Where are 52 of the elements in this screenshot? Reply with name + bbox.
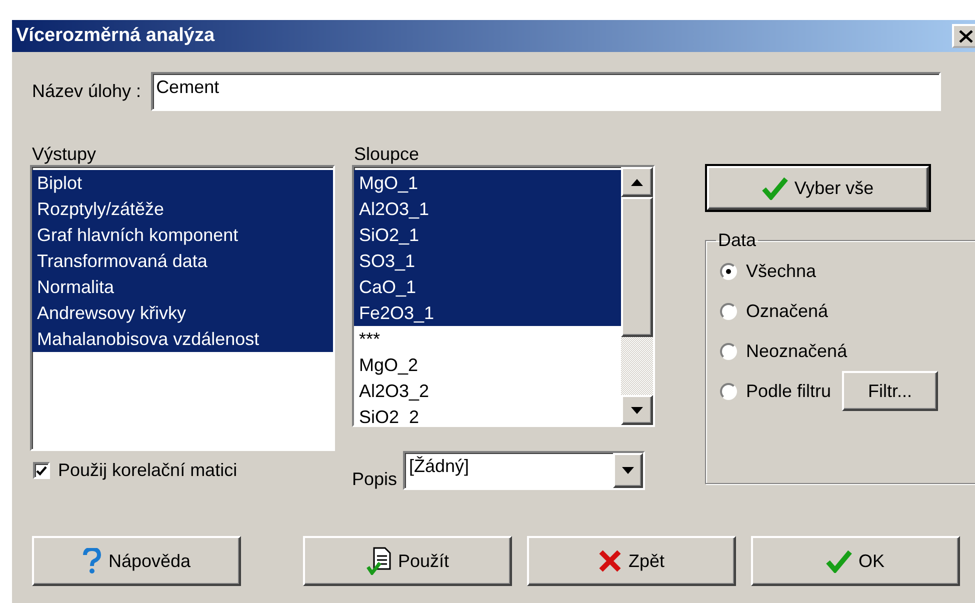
list-item[interactable]: CaO_1: [354, 274, 621, 300]
list-item[interactable]: Graf hlavních komponent: [32, 222, 333, 248]
group-title: Data: [717, 230, 758, 251]
cross-icon: [598, 549, 622, 573]
radio-label: Neoznačená: [746, 340, 848, 362]
list-item[interactable]: Rozptyly/zátěže: [32, 196, 333, 222]
list-item[interactable]: Al2O3_1: [354, 196, 621, 222]
task-name-label: Název úlohy :: [32, 81, 142, 102]
radio-button[interactable]: [720, 302, 737, 320]
caption-label: Popis: [352, 469, 398, 490]
list-item[interactable]: Normalita: [32, 274, 333, 300]
list-item[interactable]: SO3_1: [354, 248, 621, 274]
close-icon: [959, 30, 973, 42]
scroll-thumb[interactable]: [621, 197, 653, 337]
radio-button[interactable]: [720, 342, 737, 360]
ok-button[interactable]: OK: [751, 536, 960, 586]
help-button[interactable]: Nápověda: [32, 536, 241, 586]
up-arrow-icon: [631, 178, 643, 186]
caption-dropdown[interactable]: [Žádný]: [403, 451, 646, 490]
scroll-up-button[interactable]: [621, 167, 653, 197]
question-mark-icon: [82, 548, 102, 574]
window-title: Vícerozměrná analýza: [16, 25, 215, 47]
down-arrow-icon: [631, 406, 643, 414]
outputs-label: Výstupy: [31, 143, 98, 165]
list-item[interactable]: Andrewsovy křivky: [32, 300, 333, 326]
checkbox-label: Použij korelační matici: [58, 460, 238, 481]
apply-button[interactable]: Použít: [303, 536, 512, 586]
radio-button[interactable]: [720, 382, 737, 400]
check-icon: [36, 466, 47, 476]
list-item[interactable]: MgO_1: [354, 170, 621, 196]
list-item[interactable]: Fe2O3_1: [354, 300, 621, 326]
radio-label: Podle filtru: [746, 380, 832, 402]
radio-button[interactable]: [720, 262, 737, 280]
checkmark-icon: [826, 549, 852, 573]
dropdown-arrow-icon: [622, 467, 634, 474]
back-button[interactable]: Zpět: [527, 536, 736, 586]
radio-label: Označená: [746, 300, 828, 322]
select-all-button[interactable]: Vyber vše: [707, 166, 929, 210]
columns-label: Sloupce: [353, 143, 420, 165]
list-item[interactable]: Transformovaná data: [32, 248, 333, 274]
checkbox[interactable]: [33, 462, 50, 479]
close-button[interactable]: [952, 24, 975, 48]
checkmark-icon: [762, 176, 788, 200]
task-name-field[interactable]: Cement: [151, 72, 942, 111]
radio-label: Všechna: [746, 260, 816, 282]
list-item[interactable]: Mahalanobisova vzdálenost: [32, 326, 333, 352]
list-item[interactable]: Biplot: [32, 170, 333, 196]
scroll-down-button[interactable]: [621, 395, 653, 425]
scrollbar[interactable]: [621, 167, 653, 425]
list-item[interactable]: SiO2_1: [354, 222, 621, 248]
document-check-icon: [366, 547, 392, 575]
filter-button[interactable]: Filtr...: [842, 371, 938, 411]
